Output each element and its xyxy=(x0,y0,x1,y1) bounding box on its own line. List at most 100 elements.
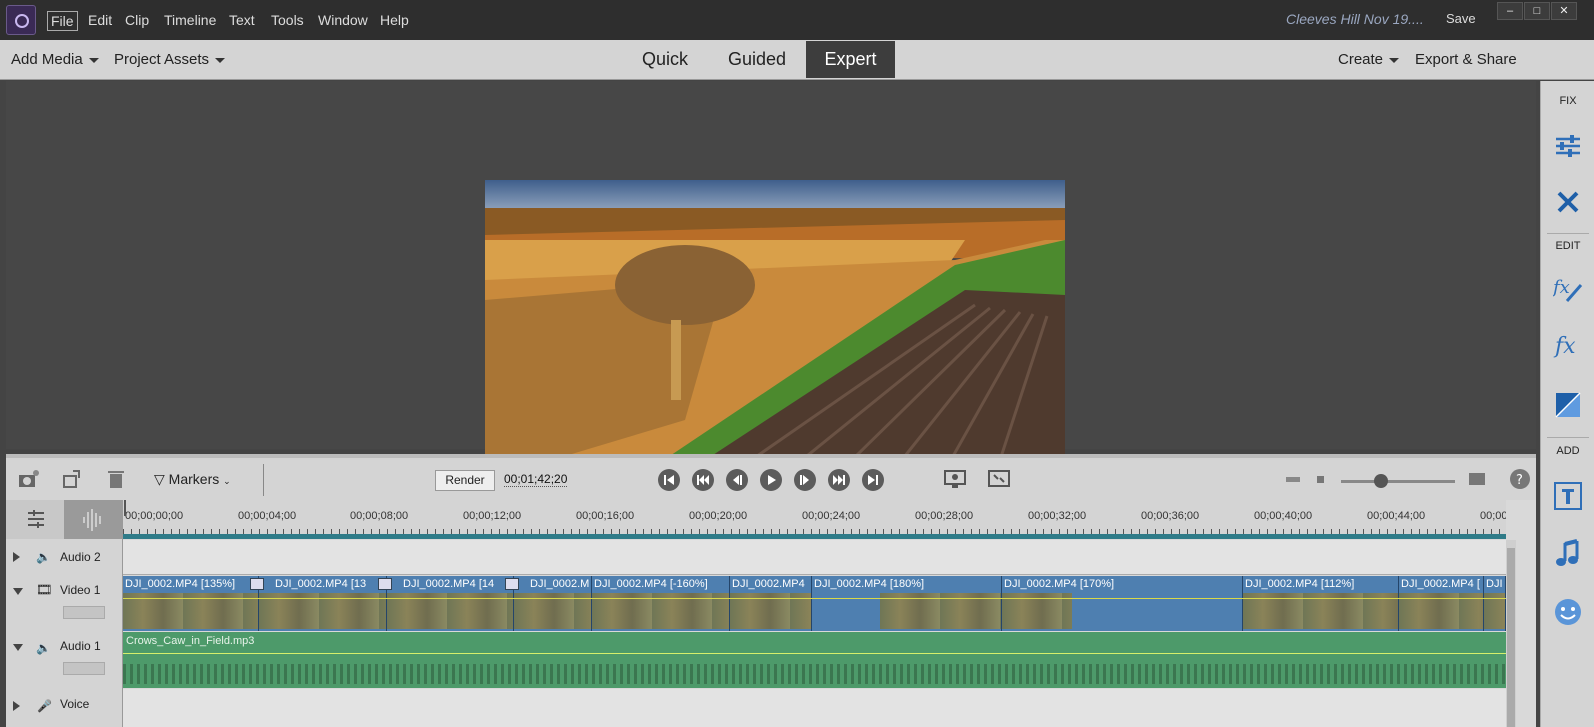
collapse-track-icon[interactable] xyxy=(13,588,23,595)
tab-quick[interactable]: Quick xyxy=(630,41,700,78)
film-icon[interactable]: 🎞 xyxy=(36,582,53,598)
play-icon[interactable] xyxy=(760,469,782,491)
lane-voice[interactable] xyxy=(123,689,1506,727)
maximize-icon[interactable]: □ xyxy=(1524,2,1550,20)
fx-glyph: fx xyxy=(1553,334,1576,359)
video-clip[interactable]: DJI_0002.MP4 [112%] xyxy=(1243,576,1399,631)
menu-tools[interactable]: Tools xyxy=(268,11,307,29)
app-logo-icon[interactable] xyxy=(6,5,36,35)
ruler-tick: 00;00;32;00 xyxy=(1028,510,1087,522)
fullscreen-icon[interactable] xyxy=(988,468,1010,490)
effects-icon[interactable]: fx xyxy=(1553,331,1583,361)
render-settings-icon[interactable] xyxy=(944,468,966,490)
zoom-in-icon[interactable] xyxy=(1466,468,1488,490)
close-icon[interactable]: ✕ xyxy=(1551,2,1577,20)
speaker-icon[interactable]: 🔈 xyxy=(36,641,51,655)
expand-track-icon[interactable] xyxy=(13,701,20,711)
create-menu[interactable]: Create xyxy=(1338,51,1400,68)
add-media-menu[interactable]: Add Media xyxy=(11,51,99,68)
go-to-end-icon[interactable] xyxy=(862,469,884,491)
work-area-bar[interactable] xyxy=(123,534,1506,539)
keyframe-nav-icon[interactable] xyxy=(63,606,105,619)
zoom-slider-thumb[interactable] xyxy=(1373,474,1388,488)
clip-label: DJI_0002.MP4 [135%] xyxy=(125,578,236,590)
video-clip[interactable]: DJI_0002.MP4 [-160%] xyxy=(592,576,730,631)
fx-edit-glyph: fx xyxy=(1553,277,1570,298)
menu-clip[interactable]: Clip xyxy=(122,11,152,29)
minimize-icon[interactable]: – xyxy=(1497,2,1523,20)
playhead[interactable] xyxy=(124,500,126,516)
audio-waveform-icon[interactable] xyxy=(64,500,123,539)
markers-dropdown[interactable]: ▽ Markers ⌄ xyxy=(154,471,231,488)
go-to-start-icon[interactable] xyxy=(658,469,680,491)
collapse-track-icon[interactable] xyxy=(13,644,23,651)
music-icon[interactable] xyxy=(1553,539,1583,569)
timecode-display[interactable]: 00;01;42;20 xyxy=(504,472,568,487)
trash-icon[interactable] xyxy=(105,468,127,490)
video-clip[interactable]: DJI_0002.MP4 [180%] xyxy=(812,576,1002,631)
video-clip[interactable]: DJI_0002.MP4 [14 xyxy=(387,576,514,631)
microphone-icon[interactable]: 🎤 xyxy=(37,699,52,713)
video-clip[interactable]: DJI_0002.MP4 [170%] xyxy=(1002,576,1243,631)
ruler-tick: 00;00;48 xyxy=(1480,510,1506,522)
zoom-slider-track[interactable] xyxy=(1341,480,1455,483)
lane-audio2[interactable] xyxy=(123,540,1506,575)
render-button[interactable]: Render xyxy=(435,470,495,491)
project-assets-menu[interactable]: Project Assets xyxy=(114,51,226,68)
video-clip[interactable]: DJI_0002.MP4 xyxy=(730,576,812,631)
lane-audio1[interactable]: Crows_Caw_in_Field.mp3 xyxy=(123,632,1506,688)
menu-file[interactable]: File xyxy=(47,11,78,31)
scrollbar-thumb[interactable] xyxy=(1507,548,1515,727)
graphics-smiley-icon[interactable] xyxy=(1553,597,1583,627)
opacity-line[interactable] xyxy=(123,598,1506,599)
markers-label: Markers xyxy=(168,471,220,487)
tracks-view-icon[interactable] xyxy=(6,500,64,539)
help-icon[interactable]: ? xyxy=(1509,468,1531,490)
track-header-video1: 🎞 Video 1 xyxy=(6,576,123,631)
effects-edit-icon[interactable]: fx xyxy=(1553,273,1583,303)
export-share-menu[interactable]: Export & Share xyxy=(1415,51,1517,68)
rotate-icon[interactable] xyxy=(61,468,83,490)
marker-icon: ▽ xyxy=(154,471,165,487)
chevron-down-icon xyxy=(215,57,226,63)
video-clip[interactable]: DJI_0002.MP4 [ xyxy=(1399,576,1484,631)
transitions-icon[interactable] xyxy=(1553,390,1583,420)
lane-video1[interactable]: DJI_0002.MP4 [135%] DJI_0002.MP4 [13 DJI… xyxy=(123,576,1506,631)
tab-expert[interactable]: Expert xyxy=(806,41,895,78)
step-back-icon[interactable] xyxy=(726,469,748,491)
zoom-out-icon[interactable] xyxy=(1310,468,1332,490)
clip-label: DJI_0002.MP4 [ xyxy=(1401,578,1480,590)
menu-timeline[interactable]: Timeline xyxy=(161,11,219,29)
titles-text-icon[interactable] xyxy=(1553,481,1583,511)
expand-track-icon[interactable] xyxy=(13,552,20,562)
volume-line[interactable] xyxy=(123,653,1506,654)
fast-forward-icon[interactable] xyxy=(828,469,850,491)
tools-icon[interactable] xyxy=(1553,187,1583,217)
ruler-tick: 00;00;24;00 xyxy=(802,510,861,522)
add-media-label: Add Media xyxy=(11,51,83,68)
camera-icon[interactable] xyxy=(18,468,40,490)
track-name: Voice xyxy=(60,697,90,711)
rewind-icon[interactable] xyxy=(692,469,714,491)
speaker-icon[interactable]: 🔈 xyxy=(36,550,51,564)
timeline-shrink-icon[interactable] xyxy=(1282,468,1304,490)
chevron-down-icon xyxy=(1389,57,1400,63)
ruler-tick: 00;00;28;00 xyxy=(915,510,974,522)
save-button[interactable]: Save xyxy=(1446,11,1476,26)
adjustments-icon[interactable] xyxy=(1553,131,1583,161)
step-forward-icon[interactable] xyxy=(794,469,816,491)
tab-guided[interactable]: Guided xyxy=(720,41,794,78)
menu-help[interactable]: Help xyxy=(377,11,412,29)
menu-edit[interactable]: Edit xyxy=(85,11,115,29)
keyframe-nav-icon[interactable] xyxy=(63,662,105,675)
video-clip[interactable]: DJI xyxy=(1484,576,1506,631)
time-ruler[interactable]: 00;00;00;00 00;00;04;00 00;00;08;00 00;0… xyxy=(123,500,1506,539)
video-clip[interactable]: DJI_0002.MP4 [135%] xyxy=(123,576,259,631)
menu-text[interactable]: Text xyxy=(226,11,258,29)
chevron-down-icon: ⌄ xyxy=(223,476,231,486)
video-clip[interactable]: DJI_0002.MP4 [13 xyxy=(259,576,387,631)
timeline-panel: 🔈 Audio 2 🎞 Video 1 🔈 Audio 1 🎤 Voice 00… xyxy=(6,500,1536,727)
video-clip[interactable]: DJI_0002.M xyxy=(514,576,592,631)
menu-window[interactable]: Window xyxy=(315,11,371,29)
document-title: Cleeves Hill Nov 19.... xyxy=(1286,11,1424,27)
